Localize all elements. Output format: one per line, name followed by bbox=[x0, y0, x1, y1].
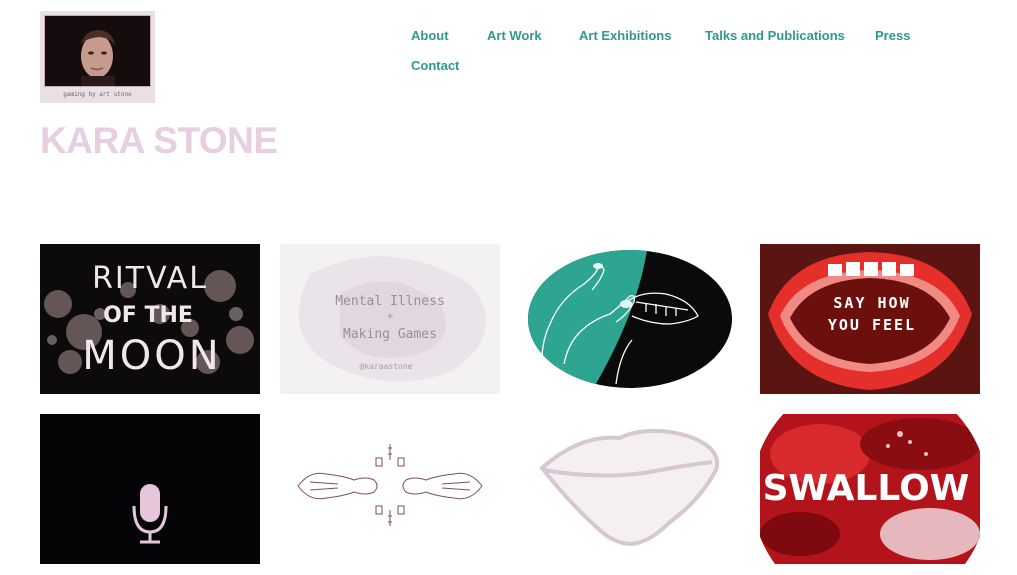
mental-illness-card: Mental Illness + Making Games @karaaston… bbox=[280, 244, 500, 394]
swallow-art: SWALLOW bbox=[760, 414, 980, 564]
gallery-tile-ritual-of-the-moon[interactable]: RITVAL OF THE MOON bbox=[40, 244, 260, 394]
nav-talks-publications[interactable]: Talks and Publications bbox=[705, 28, 845, 44]
tile-text: Mental Illness bbox=[335, 294, 445, 309]
nav-about[interactable]: About bbox=[411, 28, 449, 44]
gallery-tile-lips[interactable] bbox=[520, 414, 740, 564]
gallery-tile-microphone[interactable] bbox=[40, 414, 260, 564]
gallery-tile-say-how-you-feel[interactable]: SAY HOW YOU FEEL bbox=[760, 244, 980, 394]
nav-press[interactable]: Press bbox=[875, 28, 910, 44]
ritual-moon-art: RITVAL OF THE MOON bbox=[40, 244, 260, 394]
nav-art-work[interactable]: Art Work bbox=[487, 28, 542, 44]
gallery-tile-swallow[interactable]: SWALLOW bbox=[760, 414, 980, 564]
tile-text: + bbox=[387, 311, 393, 322]
tile-text: OF THE bbox=[103, 303, 193, 328]
gallery-tile-mental-illness[interactable]: Mental Illness + Making Games @karaaston… bbox=[280, 244, 500, 394]
gallery-tile-hand-mouth[interactable] bbox=[520, 244, 740, 394]
gallery-tile-figures[interactable] bbox=[280, 414, 500, 564]
profile-image[interactable]: gaming by art stone bbox=[40, 11, 155, 103]
nav-contact[interactable]: Contact bbox=[411, 58, 459, 74]
microphone-icon bbox=[40, 414, 260, 564]
tile-text: RITVAL bbox=[92, 261, 208, 296]
tile-text: MOON bbox=[82, 333, 221, 379]
lips-outline bbox=[520, 414, 740, 564]
tile-text: SAY HOW bbox=[833, 294, 910, 312]
say-how-you-feel-mouth: SAY HOW YOU FEEL bbox=[760, 244, 980, 394]
tile-text: YOU FEEL bbox=[828, 316, 916, 334]
nav-art-exhibitions[interactable]: Art Exhibitions bbox=[579, 28, 671, 44]
profile-photo bbox=[44, 15, 151, 87]
tile-text: @karaastone bbox=[360, 362, 413, 371]
hand-mouth-art bbox=[520, 244, 740, 394]
tile-text: Making Games bbox=[343, 327, 437, 342]
figures-drawing bbox=[280, 414, 500, 564]
profile-caption: gaming by art stone bbox=[63, 91, 132, 98]
tile-text: SWALLOW bbox=[763, 468, 970, 509]
site-title[interactable]: KARA STONE bbox=[40, 121, 278, 161]
